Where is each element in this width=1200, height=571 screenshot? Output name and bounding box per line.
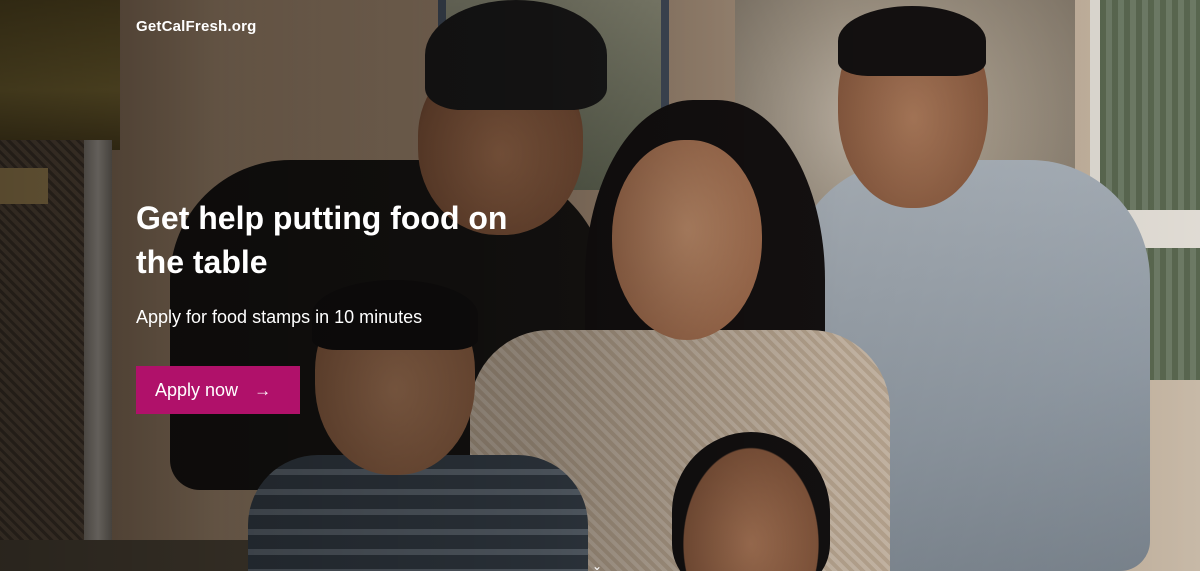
hero-headline: Get help putting food on the table: [136, 200, 508, 280]
hero-overlay: [0, 0, 1200, 571]
hero-section: GetCalFresh.org Get help putting food on…: [0, 0, 1200, 571]
arrow-right-icon: →: [254, 380, 272, 400]
chevron-down-icon[interactable]: ⌄: [592, 560, 602, 571]
apply-now-button[interactable]: Apply now →: [136, 366, 300, 414]
site-logo-link[interactable]: GetCalFresh.org: [136, 18, 257, 35]
apply-now-label: Apply now: [155, 379, 239, 400]
hero-subhead: Apply for food stamps in 10 minutes: [136, 307, 423, 327]
